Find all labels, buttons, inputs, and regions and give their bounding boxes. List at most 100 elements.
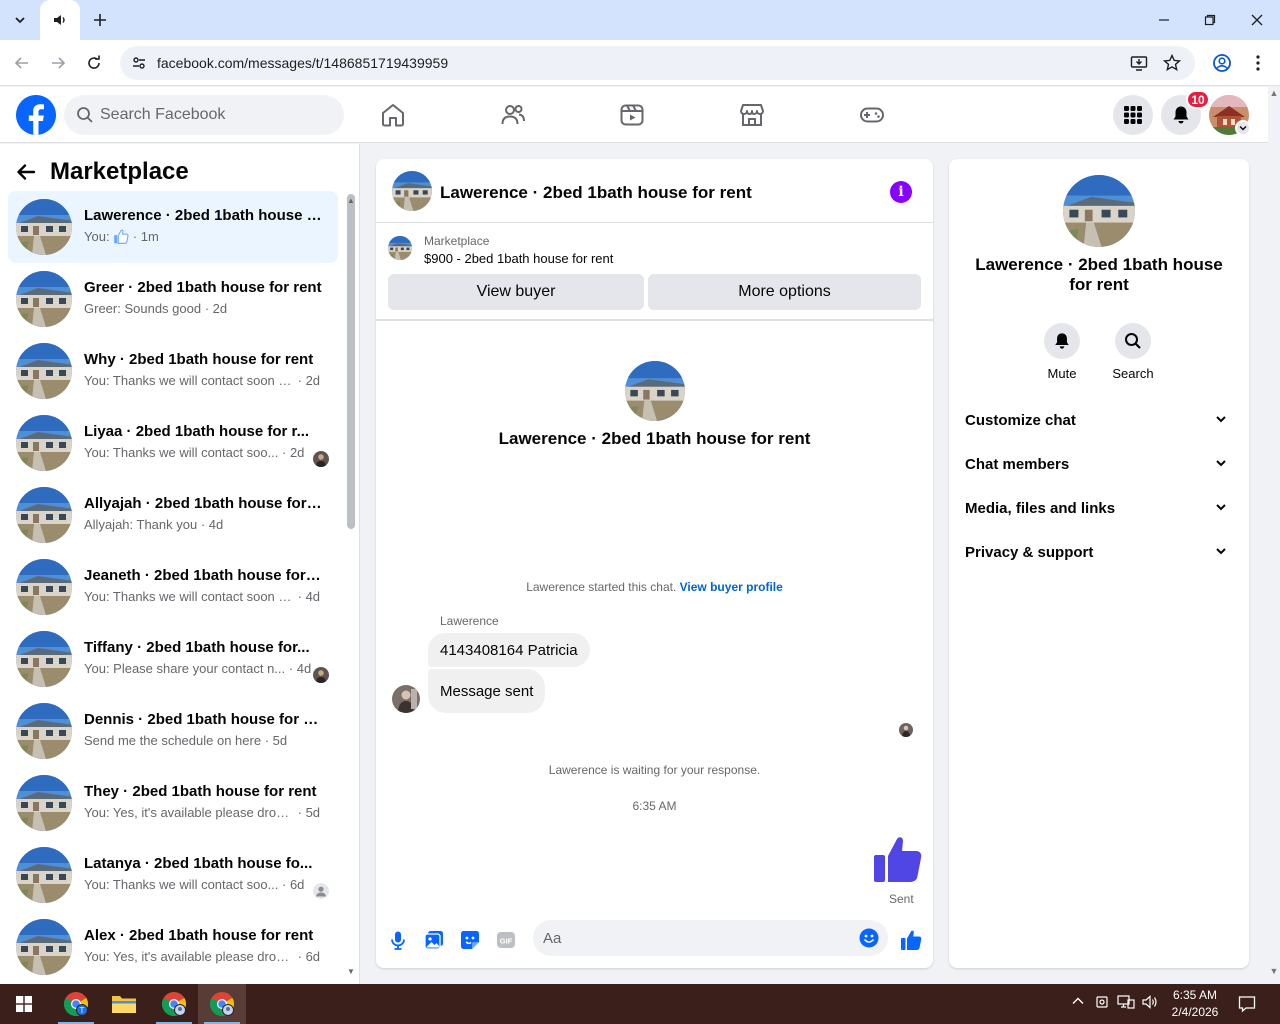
conversation-buyer-name: Lawerence [84,207,162,224]
browser-tab[interactable] [40,0,80,40]
conversation-item[interactable]: Dennis · 2bed 1bath house for re... Send … [8,695,338,767]
info-icon[interactable]: i [890,181,912,203]
listing-thumbnail[interactable] [388,236,412,260]
send-like-button[interactable] [899,928,923,952]
address-bar[interactable]: facebook.com/messages/t/1486851719439959 [120,46,1195,80]
info-section-1[interactable]: Chat members [957,442,1241,486]
conversation-item[interactable]: Why · 2bed 1bath house for rent You: Than… [8,335,338,407]
info-avatar[interactable] [1063,175,1135,247]
close-window-button[interactable] [1234,0,1280,40]
image-icon [424,931,443,950]
meet-now-icon[interactable] [1095,994,1109,1013]
facebook-header: 10 [0,87,1268,143]
start-button[interactable] [0,984,48,1024]
network-icon[interactable] [1117,994,1135,1013]
conversation-preview: You: Thanks we will contact soo... · 2d [84,445,305,460]
more-options-button[interactable]: More options [648,274,921,310]
search-action[interactable]: Search [1103,323,1163,381]
reload-button[interactable] [80,49,108,77]
back-button[interactable] [8,49,36,77]
nav-gaming[interactable] [852,97,892,133]
facebook-logo[interactable] [16,95,56,135]
sidebar-scrollbar[interactable] [347,194,355,529]
volume-icon[interactable] [1142,994,1160,1013]
facebook-search[interactable] [64,95,344,135]
message-bubble[interactable]: 4143408164 Patricia [428,633,590,667]
conversation-item[interactable]: Lawerence · 2bed 1bath house f... You: · … [8,191,338,263]
voice-clip-button[interactable] [386,928,410,952]
friends-icon [501,105,525,125]
menu-button[interactable] [1113,95,1153,135]
browser-menu-button[interactable] [1244,49,1272,77]
nav-home[interactable] [373,97,413,133]
taskbar-chrome-3[interactable] [198,984,246,1024]
conversation-preview: You: Yes, it's available please drop y..… [84,805,321,820]
sender-avatar[interactable] [392,685,420,713]
view-buyer-button[interactable]: View buyer [388,274,644,310]
emoji-icon[interactable] [859,928,879,948]
taskbar-clock[interactable]: 6:35 AM 2/4/2026 [1160,987,1230,1021]
page-scroll-down[interactable]: ▼ [1268,966,1280,978]
sidebar-scroll-up[interactable]: ▲ [347,196,355,205]
taskbar-file-explorer[interactable] [100,984,148,1024]
chat-started-text: Lawerence started this chat. [526,580,677,594]
show-hidden-icons[interactable] [1071,994,1085,1011]
preview-text: You: Thanks we will contact soo... [84,877,279,892]
conversation-item[interactable]: Greer · 2bed 1bath house for rent Greer: … [8,263,338,335]
conversation-item[interactable]: Latanya · 2bed 1bath house fo... You: Tha… [8,839,338,911]
message-input[interactable] [543,920,843,956]
conversation-title: They · 2bed 1bath house for rent [84,783,317,800]
conversation-item[interactable]: Tiffany · 2bed 1bath house for... You: Pl… [8,623,338,695]
bookmark-star-icon[interactable] [1160,51,1184,75]
listing-title[interactable]: $900 - 2bed 1bath house for rent [424,251,613,266]
forward-button[interactable] [44,49,72,77]
conversation-item[interactable]: Alex · 2bed 1bath house for rent You: Yes… [8,911,338,983]
info-section-0[interactable]: Customize chat [957,398,1241,442]
view-buyer-profile-link[interactable]: View buyer profile [680,580,783,594]
mute-action[interactable]: Mute [1032,323,1092,381]
attach-media-button[interactable] [422,928,446,952]
profile-menu-button[interactable] [1208,49,1236,77]
action-center-button[interactable] [1238,995,1256,1016]
minimize-button[interactable] [1141,0,1187,40]
facebook-search-input[interactable] [100,95,330,135]
preview-text: Greer: Sounds good [84,301,202,316]
chat-title[interactable]: Lawerence · 2bed 1bath house for rent [440,183,752,203]
nav-marketplace[interactable] [732,97,772,133]
page-scroll-up[interactable]: ▲ [1268,88,1280,100]
conversation-buyer-name: They [84,783,120,800]
conversation-buyer-name: Latanya [84,855,141,872]
message-bubble[interactable]: Message sent [428,669,546,713]
chat-avatar[interactable] [392,171,432,211]
browser-toolbar: facebook.com/messages/t/1486851719439959 [0,40,1280,86]
conversation-thumbnail [16,559,72,615]
back-arrow-icon[interactable] [16,162,36,182]
restore-button[interactable] [1187,0,1233,40]
info-section-2[interactable]: Media, files and links [957,486,1241,530]
sticker-button[interactable] [458,928,482,952]
conversation-title: Latanya · 2bed 1bath house fo... [84,855,313,872]
seen-avatar [313,883,329,899]
sidebar-scroll-down[interactable]: ▼ [347,967,355,976]
install-app-icon[interactable] [1127,51,1151,75]
microphone-icon [391,931,405,950]
preview-time: 5d [305,805,321,820]
tab-search-button[interactable] [6,6,34,34]
taskbar-chrome-2[interactable] [150,984,198,1024]
minimize-icon [1159,19,1169,21]
gif-button[interactable]: GIF [494,928,518,952]
conversation-item[interactable]: Liyaa · 2bed 1bath house for r... You: Th… [8,407,338,479]
info-section-3[interactable]: Privacy & support [957,530,1241,574]
nav-friends[interactable] [493,97,533,133]
close-icon [1251,14,1263,26]
taskbar-chrome-1[interactable]: T [52,984,100,1024]
conversation-item[interactable]: Jeaneth · 2bed 1bath house for r... You: … [8,551,338,623]
account-chevron[interactable] [1235,120,1251,136]
conversation-item[interactable]: They · 2bed 1bath house for rent You: Yes… [8,767,338,839]
sent-like-icon[interactable] [873,834,923,889]
new-tab-button[interactable] [86,6,114,34]
site-settings-icon[interactable] [127,51,151,75]
nav-video[interactable] [612,97,652,133]
info-section-label: Chat members [965,456,1070,473]
conversation-item[interactable]: Allyajah · 2bed 1bath house for r... Ally… [8,479,338,551]
